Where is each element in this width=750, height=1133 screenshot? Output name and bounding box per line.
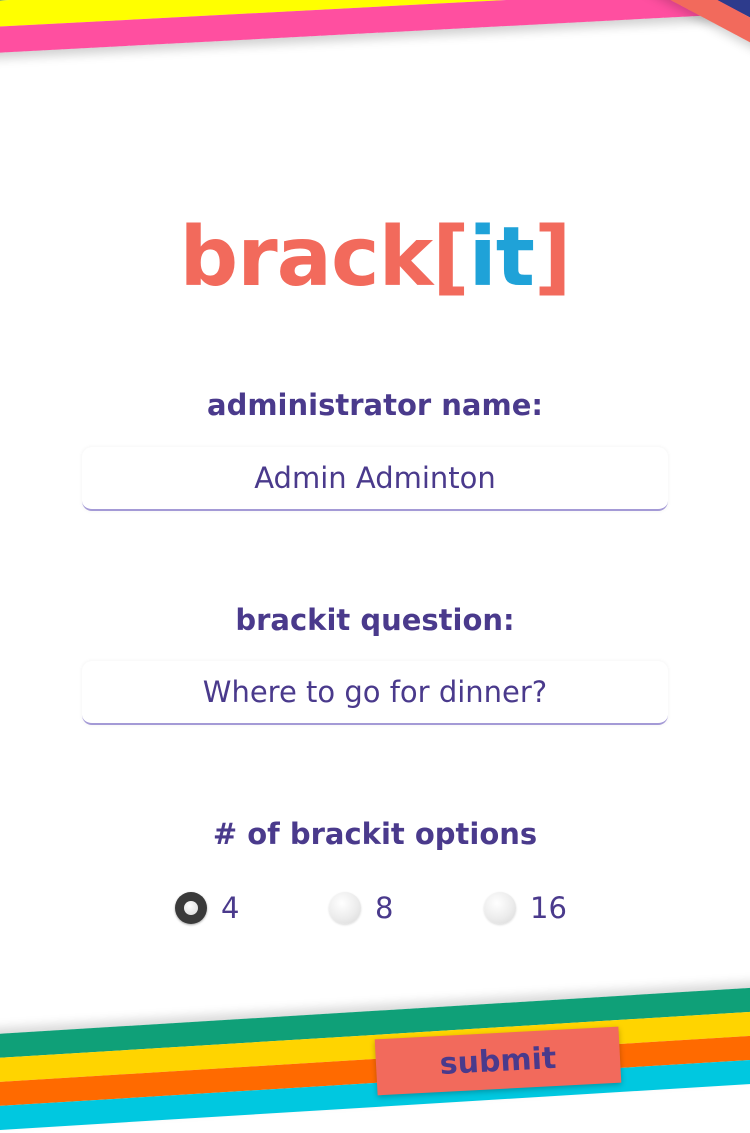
logo-close-bracket: ] <box>533 210 571 305</box>
radio-option-8[interactable] <box>329 892 361 924</box>
question-label: brackit question: <box>235 603 515 637</box>
logo-it: it <box>468 210 535 305</box>
question-input[interactable] <box>82 661 668 725</box>
radio-option-16[interactable] <box>484 892 516 924</box>
admin-name-label: administrator name: <box>207 388 543 422</box>
options-count-label: # of brackit options <box>212 817 538 851</box>
radio-option-4[interactable] <box>175 892 207 924</box>
brackit-logo: brack[it] <box>0 210 750 306</box>
option-4-label: 4 <box>221 891 240 925</box>
options-radio-group: 4 8 16 <box>0 890 750 930</box>
top-stripe-banner <box>0 0 750 56</box>
option-4[interactable]: 4 <box>175 890 239 926</box>
logo-word: brack <box>179 210 434 305</box>
option-8[interactable]: 8 <box>329 890 393 926</box>
option-16-label: 16 <box>530 891 567 925</box>
option-8-label: 8 <box>375 891 394 925</box>
logo-open-bracket: [ <box>432 210 469 305</box>
admin-name-input[interactable] <box>82 447 668 511</box>
option-16[interactable]: 16 <box>484 890 567 926</box>
